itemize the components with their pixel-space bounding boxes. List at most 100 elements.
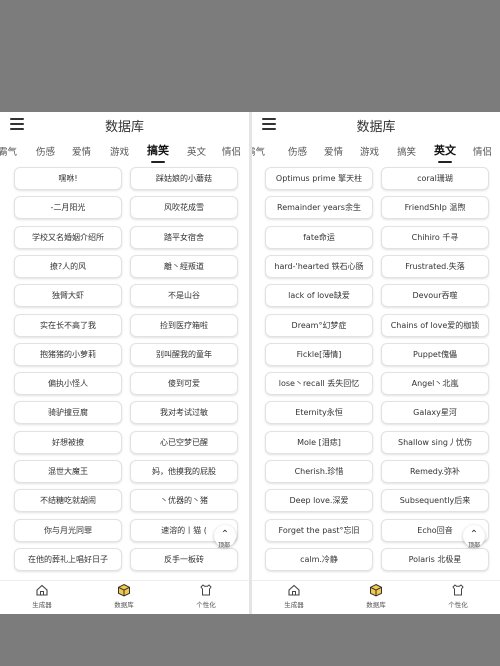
tab-0[interactable]: 霸气 (0, 144, 17, 158)
nickname-item[interactable]: 踩姑娘的小蘑菇 (130, 167, 238, 190)
nickname-item[interactable]: Cherish.珍惜 (265, 460, 373, 483)
nickname-item[interactable]: Galaxy星河 (381, 401, 489, 425)
nickname-item[interactable]: 你与月光同罪 (14, 518, 122, 542)
nav-label: 数据库 (114, 601, 134, 609)
home-icon (288, 584, 300, 596)
category-tabs: 霸气 伤感 爱情 游戏 搞笑 英文 情侣 (252, 136, 500, 164)
nav-personalize[interactable]: 个性化 (176, 583, 236, 609)
nickname-item[interactable]: 離丶經叛道 (130, 254, 238, 278)
nickname-item[interactable]: Subsequently后来 (381, 489, 489, 513)
shirt-icon (452, 584, 464, 596)
nickname-item[interactable]: 实在长不高了我 (14, 313, 122, 337)
nickname-item[interactable]: 独臂大虾 (14, 284, 122, 308)
page-title: 数据库 (356, 120, 396, 135)
nickname-item[interactable]: Remainder years余生 (265, 196, 373, 220)
nickname-item[interactable]: Frustrated.失落 (381, 254, 489, 278)
nav-label: 数据库 (366, 601, 386, 609)
tab-4[interactable]: 搞笑 (147, 142, 169, 158)
tab-0[interactable]: 霸气 (252, 144, 265, 158)
back-to-top-label: 顶部 (218, 542, 231, 549)
page-title: 数据库 (104, 120, 144, 135)
nickname-item[interactable]: Eternity永恒 (265, 401, 373, 425)
nickname-item[interactable]: Mole [泪痣] (265, 430, 373, 454)
nickname-item[interactable]: 好想被撩 (14, 430, 122, 454)
nickname-item[interactable]: Optimus prime 擎天柱 (265, 167, 373, 190)
nickname-item[interactable]: Angel丶北嵐 (381, 372, 489, 396)
shirt-icon (200, 584, 212, 596)
nickname-item[interactable]: Polaris 北极星 (381, 547, 489, 571)
phone-screen-right: 数据库 霸气 伤感 爱情 游戏 搞笑 英文 情侣 Optimus prime 擎天柱 cora… (252, 112, 500, 614)
nav-database[interactable]: 数据库 (346, 583, 406, 609)
nickname-item[interactable]: 偏执小怪人 (14, 372, 122, 396)
nickname-item[interactable]: 捡到医疗箱啦 (130, 313, 238, 337)
nav-label: 个性化 (448, 601, 468, 609)
tab-5[interactable]: 英文 (434, 142, 456, 158)
nickname-item[interactable]: 在他的葬礼上唱好日子 (14, 547, 122, 571)
tab-1[interactable]: 伤感 (36, 144, 55, 158)
nav-label: 生成器 (284, 601, 304, 609)
nickname-item[interactable]: Remedy.弥补 (381, 460, 489, 483)
tab-4[interactable]: 搞笑 (397, 144, 416, 158)
tab-3[interactable]: 游戏 (110, 144, 129, 158)
nickname-item[interactable]: Shallow sing丿忧伤 (381, 430, 489, 454)
app-header: 数据库 (0, 112, 249, 136)
nickname-item[interactable]: 学校又名婚姻介绍所 (14, 225, 122, 249)
nickname-item[interactable]: lack of love缺爱 (265, 284, 373, 308)
home-icon (36, 584, 48, 596)
cube-icon (370, 583, 382, 597)
nickname-item[interactable]: hard-'hearted 铁石心肠 (265, 254, 373, 278)
nav-generator[interactable]: 生成器 (12, 583, 72, 609)
nickname-item[interactable]: Chains of love爱的枷锁 (381, 313, 489, 337)
tab-6[interactable]: 情侣 (222, 144, 241, 158)
nickname-item[interactable]: Puppet傀儡 (381, 342, 489, 366)
tab-3[interactable]: 游戏 (360, 144, 379, 158)
nickname-item[interactable]: Forget the past°忘旧 (265, 518, 373, 542)
nav-database[interactable]: 数据库 (94, 583, 154, 609)
tab-2[interactable]: 爱情 (324, 144, 343, 158)
nickname-item[interactable]: 撩?人的风 (14, 254, 122, 278)
nickname-item[interactable]: coral珊瑚 (381, 167, 489, 190)
nickname-item[interactable]: 风吹花成雪 (130, 196, 238, 220)
phone-screen-left: 数据库 霸气 伤感 爱情 游戏 搞笑 英文 情侣 嘿咻! 踩姑娘的小蘑菇 -二月阳光 风吹花成雪学… (0, 112, 249, 614)
nickname-item[interactable]: fate命运 (265, 225, 373, 249)
nickname-item[interactable]: 我对考试过敏 (130, 401, 238, 425)
nickname-item[interactable]: 反手一板砖 (130, 547, 238, 571)
nickname-item[interactable]: 混世大魔王 (14, 460, 122, 483)
nickname-item[interactable]: 丶优器的丶猪 (130, 489, 238, 513)
nickname-item[interactable]: calm.冷静 (265, 547, 373, 571)
nickname-item[interactable]: 不结糖吃就胡闹 (14, 489, 122, 513)
bottom-background (0, 614, 500, 666)
tab-5[interactable]: 英文 (187, 144, 206, 158)
tab-1[interactable]: 伤感 (288, 144, 307, 158)
nickname-item[interactable]: lose丶recall 丢失回忆 (265, 372, 373, 396)
bottom-navigation: 生成器 数据库 个性化 (252, 580, 500, 614)
nickname-item[interactable]: Deep love.深爱 (265, 489, 373, 513)
app-header: 数据库 (252, 112, 500, 136)
tab-2[interactable]: 爱情 (72, 144, 91, 158)
nickname-item[interactable]: 嘿咻! (14, 167, 122, 190)
nickname-item[interactable]: -二月阳光 (14, 196, 122, 220)
nickname-item[interactable]: FriendShIp 温煦 (381, 196, 489, 220)
nickname-item[interactable]: 傻到可爱 (130, 372, 238, 396)
category-tabs: 霸气 伤感 爱情 游戏 搞笑 英文 情侣 (0, 136, 249, 164)
nickname-item[interactable]: Chihiro 千寻 (381, 225, 489, 249)
nickname-item[interactable]: Dream°幻梦症 (265, 313, 373, 337)
nickname-item[interactable]: 不是山谷 (130, 284, 238, 308)
nickname-item[interactable]: Fickle[薄情] (265, 342, 373, 366)
nickname-item[interactable]: 抱猪猪的小萝莉 (14, 342, 122, 366)
tab-6[interactable]: 情侣 (473, 144, 492, 158)
nickname-item[interactable]: 心已空梦已醒 (130, 430, 238, 454)
nav-personalize[interactable]: 个性化 (428, 583, 488, 609)
top-background (0, 0, 500, 112)
cube-icon (118, 583, 130, 597)
nav-generator[interactable]: 生成器 (264, 583, 324, 609)
nav-label: 生成器 (32, 601, 52, 609)
nickname-item[interactable]: 妈，他摸我的屁股 (130, 460, 238, 483)
nickname-item[interactable]: 踏平女宿舍 (130, 225, 238, 249)
nickname-item[interactable]: 别叫醒我的童年 (130, 342, 238, 366)
back-to-top-label: 顶部 (468, 542, 481, 549)
nickname-item[interactable]: 骑驴撞豆腐 (14, 401, 122, 425)
bottom-navigation: 生成器 数据库 个性化 (0, 580, 249, 614)
nav-label: 个性化 (196, 601, 216, 609)
nickname-item[interactable]: Devour吞噬 (381, 284, 489, 308)
